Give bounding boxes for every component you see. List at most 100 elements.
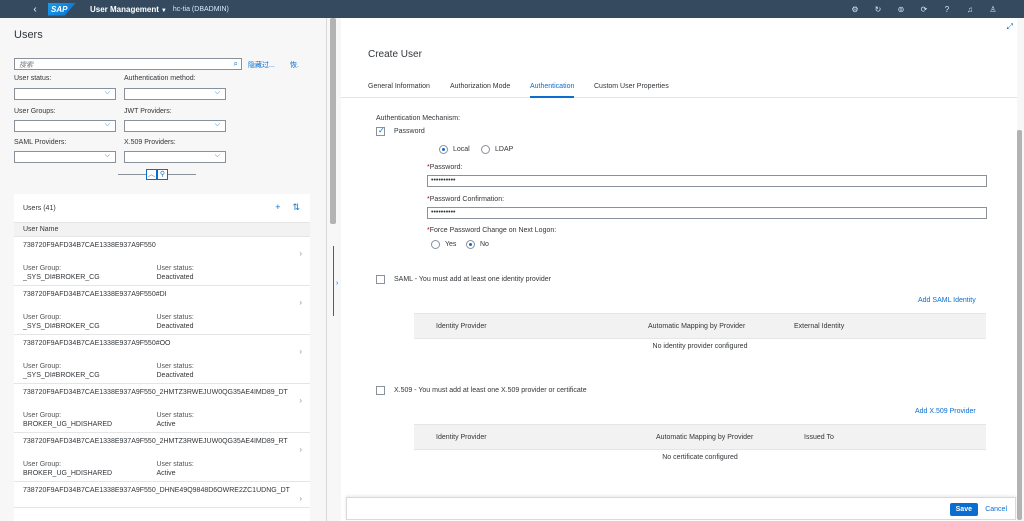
list-item[interactable]: 738720F9AFD34B7CAE1338E937A9F550 User Gr… xyxy=(14,237,310,286)
tab-authentication[interactable]: Authentication xyxy=(530,83,575,98)
user-status-label: User status: xyxy=(156,412,194,419)
chevron-down-icon: ⌵ xyxy=(104,152,110,159)
password-label-text: Password: xyxy=(429,164,463,171)
user-icon[interactable]: ♙ xyxy=(988,5,998,14)
x509-select[interactable]: ⌵ xyxy=(124,151,226,163)
chevron-down-icon: ⌵ xyxy=(104,89,110,96)
divider xyxy=(118,173,146,175)
scrollbar[interactable] xyxy=(1017,130,1022,520)
saml-checkbox-label: SAML - You must add at least one identit… xyxy=(394,276,551,283)
user-status-label: User status: xyxy=(14,75,52,82)
pin-icon[interactable]: ⚲ xyxy=(157,168,168,180)
x509-col-automatic-mapping: Automatic Mapping by Provider xyxy=(656,434,754,441)
cancel-button[interactable]: Cancel xyxy=(985,503,1007,516)
chevron-right-icon: › xyxy=(299,396,302,405)
password-checkbox-label: Password xyxy=(394,128,425,135)
ldap-radio[interactable] xyxy=(481,145,490,154)
chevron-right-icon[interactable]: › xyxy=(336,280,338,287)
saml-checkbox[interactable] xyxy=(376,275,385,284)
jwt-select[interactable]: ⌵ xyxy=(124,120,226,132)
user-group-label: User Group: xyxy=(23,461,62,468)
password-field[interactable]: •••••••••• xyxy=(427,175,987,187)
list-toolbar: Users (41) + ⇅ xyxy=(14,194,310,222)
tab-authorization-mode[interactable]: Authorization Mode xyxy=(450,83,510,98)
user-meta: User Group: _SYS_DI#BROKER_CG User status… xyxy=(23,362,290,380)
restore-link[interactable]: 恢. xyxy=(290,60,299,70)
sap-logo: SAP xyxy=(48,2,76,16)
x509-col-issued-to: Issued To xyxy=(804,434,834,441)
tab-general-information[interactable]: General Information xyxy=(368,83,430,98)
user-meta: User Group: _SYS_DI#BROKER_CG User status… xyxy=(23,313,290,331)
password-confirmation-field[interactable]: •••••••••• xyxy=(427,207,987,219)
fullscreen-icon[interactable]: ⤢ xyxy=(1007,22,1013,32)
app-title: User Management xyxy=(90,4,159,14)
footer-toolbar: Save Cancel xyxy=(346,497,1016,520)
user-name: 738720F9AFD34B7CAE1338E937A9F550 xyxy=(23,242,156,249)
auth-method-label: Authentication method: xyxy=(124,75,196,82)
user-status-value: Deactivated xyxy=(156,323,194,330)
add-saml-identity-link[interactable]: Add SAML Identity xyxy=(918,297,976,304)
x509-checkbox[interactable] xyxy=(376,386,385,395)
collapse-icon[interactable]: ︿ xyxy=(146,168,157,180)
chevron-right-icon: › xyxy=(299,347,302,356)
user-meta: User Group: _SYS_DI#BROKER_CG User status… xyxy=(23,264,290,282)
tab-bar: General Information Authorization Mode A… xyxy=(341,78,1017,98)
tab-custom-user-properties[interactable]: Custom User Properties xyxy=(594,83,669,98)
local-radio[interactable] xyxy=(439,145,448,154)
user-group-label: User Group: xyxy=(23,314,62,321)
chevron-right-icon: › xyxy=(299,249,302,258)
user-status-select[interactable]: ⌵ xyxy=(14,88,116,100)
refresh-icon[interactable]: ↻ xyxy=(873,5,883,14)
divider xyxy=(168,173,196,175)
jwt-label: JWT Providers: xyxy=(124,108,172,115)
list-title: Users (41) xyxy=(23,204,56,212)
auth-method-select[interactable]: ⌵ xyxy=(124,88,226,100)
saml-col-identity-provider: Identity Provider xyxy=(436,323,487,330)
filter-collapse-bar: ︿ ⚲ xyxy=(118,168,196,180)
user-group-label: User Group: xyxy=(23,412,62,419)
app-title-menu[interactable]: User Management ▼ xyxy=(90,5,167,14)
user-group-attr: User Group: _SYS_DI#BROKER_CG xyxy=(23,313,157,331)
pane-splitter[interactable]: › xyxy=(326,18,340,521)
user-groups-select[interactable]: ⌵ xyxy=(14,120,116,132)
add-icon[interactable]: + xyxy=(275,202,280,213)
user-status-value: Deactivated xyxy=(156,372,194,379)
list-item[interactable]: 738720F9AFD34B7CAE1338E937A9F550_DHNE49Q… xyxy=(14,482,310,508)
force-change-label-text: Force Password Change on Next Logon: xyxy=(429,227,557,234)
help-icon[interactable]: ? xyxy=(942,5,952,14)
save-button[interactable]: Save xyxy=(949,503,978,516)
back-icon[interactable]: ‹ xyxy=(26,4,44,15)
sort-icon[interactable]: ⇅ xyxy=(292,202,300,213)
navigate-icon[interactable]: ⊚ xyxy=(896,5,906,14)
x509-empty-text: No certificate configured xyxy=(662,454,738,461)
password-checkbox[interactable] xyxy=(376,126,385,136)
hide-filter-link[interactable]: 隐藏过... xyxy=(248,60,275,70)
rows-container: 738720F9AFD34B7CAE1338E937A9F550 User Gr… xyxy=(14,237,310,508)
x509-checkbox-label: X.509 - You must add at least one X.509 … xyxy=(394,387,587,394)
saml-select[interactable]: ⌵ xyxy=(14,151,116,163)
user-group-attr: User Group: BROKER_UG_HDISHARED xyxy=(23,460,157,478)
user-status-value: Active xyxy=(156,470,176,477)
users-master-pane: Users 搜索 ⌕ 隐藏过... 恢. User status: Authen… xyxy=(0,18,326,521)
settings-icon[interactable]: ⚙ xyxy=(850,5,860,14)
no-label: No xyxy=(480,241,489,248)
list-item[interactable]: 738720F9AFD34B7CAE1338E937A9F550#OO User… xyxy=(14,335,310,384)
force-yes-radio[interactable] xyxy=(431,240,440,249)
sync-icon[interactable]: ⟳ xyxy=(919,5,929,14)
list-item[interactable]: 738720F9AFD34B7CAE1338E937A9F550#DI User… xyxy=(14,286,310,335)
scrollbar-thumb[interactable] xyxy=(330,18,336,224)
user-status-attr: User status: Deactivated xyxy=(157,362,291,380)
page-title: Users xyxy=(14,29,43,41)
create-user-pane: ⤢ Create User General Information Author… xyxy=(341,18,1017,521)
chevron-down-icon: ▼ xyxy=(160,7,167,14)
force-no-radio[interactable] xyxy=(466,240,475,249)
notification-icon[interactable]: ♫ xyxy=(965,5,975,14)
search-input[interactable]: 搜索 ⌕ xyxy=(14,58,242,70)
splitter-grip[interactable] xyxy=(333,246,334,316)
list-item[interactable]: 738720F9AFD34B7CAE1338E937A9F550_2HMTZ3R… xyxy=(14,433,310,482)
users-list: Users (41) + ⇅ User Name 738720F9AFD34B7… xyxy=(14,194,310,521)
list-item[interactable]: 738720F9AFD34B7CAE1338E937A9F550_2HMTZ3R… xyxy=(14,384,310,433)
user-status-label: User status: xyxy=(156,314,194,321)
add-x509-provider-link[interactable]: Add X.509 Provider xyxy=(915,408,976,415)
search-icon[interactable]: ⌕ xyxy=(234,59,238,69)
